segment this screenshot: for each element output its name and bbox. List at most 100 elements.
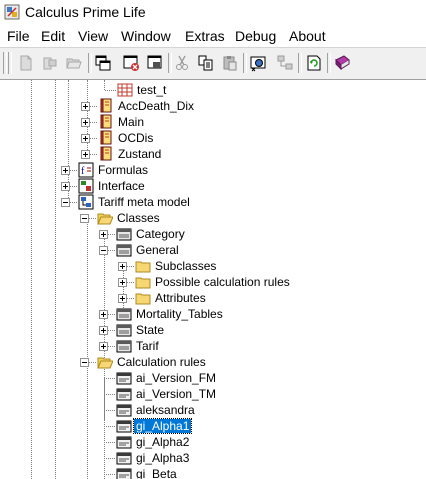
tree-node-category[interactable]: Category [134, 227, 187, 241]
toolbar-grip[interactable] [8, 52, 12, 74]
tree-node-tariff-meta-model[interactable]: Tariff meta model [96, 195, 192, 209]
tree-node-tarif[interactable]: Tarif [134, 339, 161, 353]
tree-node-zustand[interactable]: Zustand [116, 147, 163, 161]
tree-node-accdeath-dix[interactable]: AccDeath_Dix [116, 99, 196, 113]
expand-toggle[interactable] [99, 342, 108, 351]
open-folder-icon[interactable] [65, 54, 83, 72]
tree-node-interface[interactable]: Interface [96, 179, 147, 193]
collapse-toggle[interactable] [80, 358, 89, 367]
rule-icon [116, 468, 132, 479]
tree-connector [104, 410, 115, 411]
tree-node-calculation-rules[interactable]: Calculation rules [115, 355, 208, 369]
expand-toggle[interactable] [81, 102, 90, 111]
tree-guide-line [31, 80, 32, 479]
table-icon [117, 83, 133, 97]
tree-guide-line [55, 80, 56, 479]
settings-icon[interactable] [249, 54, 267, 72]
book-icon [100, 114, 112, 129]
rule-icon [116, 388, 132, 401]
class-icon [116, 228, 132, 241]
expand-toggle[interactable] [81, 134, 90, 143]
rule-icon [116, 372, 132, 385]
book-icon [100, 98, 112, 113]
tree-view[interactable]: test_t AccDeath_Dix Main OCDis Zustand f Formu… [0, 80, 426, 479]
structure-icon[interactable] [276, 54, 294, 72]
expand-toggle[interactable] [99, 230, 108, 239]
refresh-icon[interactable] [305, 54, 323, 72]
windows-icon[interactable] [94, 54, 112, 72]
rule-icon [116, 404, 132, 417]
expand-toggle[interactable] [81, 118, 90, 127]
tree-connector [104, 426, 115, 427]
tree-node-gi-beta[interactable]: gi_Beta [134, 467, 179, 479]
rule-icon [116, 452, 132, 465]
expand-toggle[interactable] [81, 150, 90, 159]
window-properties-icon[interactable] [146, 54, 164, 72]
folder-icon [135, 293, 151, 305]
class-icon [116, 324, 132, 337]
collapse-toggle[interactable] [61, 198, 70, 207]
toolbar-separator [88, 53, 92, 73]
new-item-icon[interactable] [41, 54, 59, 72]
tree-node-ai-version-fm[interactable]: ai_Version_FM [134, 371, 218, 385]
tree-node-gi-alpha2[interactable]: gi_Alpha2 [134, 435, 191, 449]
menu-view[interactable]: View [78, 27, 108, 45]
toolbar-separator [298, 53, 302, 73]
menu-file[interactable]: File [7, 27, 30, 45]
close-window-icon[interactable] [122, 54, 140, 72]
expand-toggle[interactable] [99, 310, 108, 319]
toolbar-grip[interactable] [3, 52, 7, 74]
tree-connector [104, 378, 115, 379]
collapse-toggle[interactable] [99, 246, 108, 255]
collapse-toggle[interactable] [80, 214, 89, 223]
toolbar-separator [168, 53, 172, 73]
interface-icon [78, 178, 94, 194]
tree-node-ocdis[interactable]: OCDis [116, 131, 155, 145]
expand-toggle[interactable] [118, 294, 127, 303]
tree-node-general[interactable]: General [134, 243, 181, 257]
tree-node-classes[interactable]: Classes [115, 211, 162, 225]
expand-toggle[interactable] [61, 182, 70, 191]
tree-node-ai-version-tm[interactable]: ai_Version_TM [134, 387, 218, 401]
tree-guide-line [87, 218, 88, 479]
formula-icon: f [78, 162, 94, 178]
folder-icon [135, 277, 151, 289]
menu-edit[interactable]: Edit [41, 27, 65, 45]
book-icon [100, 130, 112, 145]
folder-open-icon [97, 357, 113, 369]
help-book-icon[interactable] [333, 54, 351, 72]
menu-window[interactable]: Window [121, 27, 171, 45]
paste-icon[interactable] [221, 54, 239, 72]
tree-connector [104, 394, 115, 395]
tree-node-state[interactable]: State [134, 323, 166, 337]
expand-toggle[interactable] [61, 166, 70, 175]
tree-guide-line [104, 80, 105, 90]
copy-icon[interactable] [197, 54, 215, 72]
tree-node-formulas[interactable]: Formulas [96, 163, 150, 177]
menu-debug[interactable]: Debug [235, 27, 276, 45]
tree-node-possible-calculation-rules[interactable]: Possible calculation rules [153, 275, 292, 289]
tree-node-main[interactable]: Main [116, 115, 146, 129]
new-document-icon[interactable] [17, 54, 35, 72]
tree-node-gi-alpha3[interactable]: gi_Alpha3 [134, 451, 191, 465]
tree-node-subclasses[interactable]: Subclasses [153, 259, 218, 273]
toolbar-separator [243, 53, 247, 73]
expand-toggle[interactable] [118, 278, 127, 287]
tree-node-aleksandra[interactable]: aleksandra [134, 403, 197, 417]
window-title: Calculus Prime Life [25, 4, 146, 20]
class-icon [116, 244, 132, 257]
cut-icon[interactable] [173, 54, 191, 72]
app-icon [4, 4, 20, 20]
tree-node-gi-alpha1[interactable]: gi_Alpha1 [132, 418, 193, 434]
tree-connector [104, 458, 115, 459]
title-bar: Calculus Prime Life [0, 0, 426, 24]
menu-about[interactable]: About [289, 27, 326, 45]
tree-node-attributes[interactable]: Attributes [153, 291, 208, 305]
rule-icon [116, 436, 132, 449]
tree-node-mortality-tables[interactable]: Mortality_Tables [134, 307, 225, 321]
menu-extras[interactable]: Extras [185, 27, 225, 45]
tree-connector [105, 90, 116, 91]
expand-toggle[interactable] [118, 262, 127, 271]
expand-toggle[interactable] [99, 326, 108, 335]
tree-node-test-t[interactable]: test_t [135, 83, 168, 97]
